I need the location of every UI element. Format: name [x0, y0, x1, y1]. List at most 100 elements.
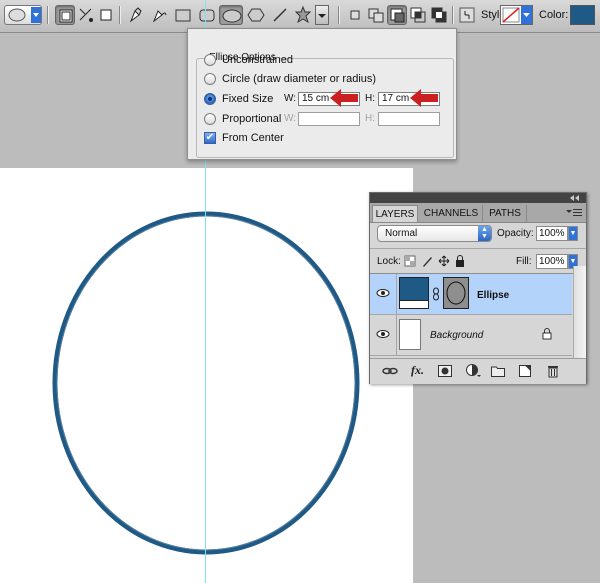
chevron-down-icon — [318, 14, 326, 18]
custom-shape-tool-button[interactable] — [293, 5, 313, 25]
color-swatch[interactable] — [570, 5, 595, 25]
proportional-label: Proportional — [222, 113, 282, 125]
link-style-button[interactable] — [457, 5, 477, 25]
opacity-dropdown-icon[interactable]: ▼ — [568, 226, 578, 241]
ellipse-preset-icon — [8, 7, 41, 23]
style-picker[interactable] — [500, 5, 533, 25]
panel-titlebar[interactable] — [370, 193, 586, 203]
fill-label: Fill: — [516, 256, 532, 267]
vector-mask-thumbnail[interactable] — [443, 277, 469, 309]
add-mask-icon[interactable] — [438, 365, 452, 377]
vector-fill-thumbnail[interactable] — [399, 277, 429, 309]
layer-row-ellipse[interactable]: Ellipse — [370, 274, 572, 315]
height-label: H: — [365, 93, 375, 104]
tab-channels[interactable]: CHANNELS — [420, 205, 483, 222]
rounded-rectangle-tool-button[interactable] — [197, 5, 217, 25]
proportional-width-field[interactable] — [298, 112, 360, 126]
shape-layers-button[interactable] — [55, 5, 75, 25]
no-style-icon — [502, 6, 532, 24]
layer-name[interactable]: Background — [430, 330, 483, 341]
proportional-radio[interactable] — [204, 113, 216, 125]
line-tool-button[interactable] — [270, 5, 290, 25]
unconstrained-label: Unconstrained — [222, 54, 293, 66]
paths-button[interactable] — [76, 5, 96, 25]
freeform-pen-button[interactable] — [149, 5, 169, 25]
fill-field[interactable]: 100% ▼ — [536, 254, 578, 269]
opacity-field[interactable]: 100% ▼ — [536, 226, 578, 241]
trash-icon[interactable] — [547, 364, 559, 378]
link-icon — [459, 7, 475, 23]
panel-footer: fx. — [370, 358, 586, 384]
layer-name[interactable]: Ellipse — [477, 290, 509, 301]
pen-tool-button[interactable] — [126, 5, 146, 25]
add-to-shape-area-button[interactable] — [366, 5, 386, 25]
rounded-rectangle-icon — [199, 9, 215, 22]
divider — [396, 315, 397, 355]
width-label: W: — [284, 93, 297, 104]
polygon-icon — [247, 8, 265, 22]
tab-layers[interactable]: LAYERS — [372, 205, 418, 222]
fill-pixels-button[interactable] — [96, 5, 116, 25]
ellipse-tool-button[interactable] — [219, 5, 243, 25]
circle-label: Circle (draw diameter or radius) — [222, 73, 377, 85]
new-shape-area-button[interactable] — [345, 5, 365, 25]
lock-move-icon — [438, 255, 450, 267]
fill-adjustment-icon — [400, 300, 428, 308]
lock-brush-icon — [423, 257, 432, 267]
circle-radio[interactable] — [204, 73, 216, 85]
polygon-tool-button[interactable] — [246, 5, 266, 25]
intersect-shape-areas-button[interactable] — [408, 5, 428, 25]
panel-menu-icon[interactable] — [566, 208, 582, 218]
subtract-from-shape-area-icon — [390, 8, 405, 23]
document-canvas[interactable] — [0, 168, 413, 583]
rectangle-icon — [175, 9, 191, 22]
unconstrained-radio[interactable] — [204, 54, 216, 66]
new-group-icon[interactable] — [491, 365, 505, 377]
lock-transparent-icon — [404, 255, 416, 267]
exclude-overlapping-button[interactable] — [429, 5, 449, 25]
ellipse-shape[interactable] — [0, 168, 413, 583]
panel-tabs: LAYERS CHANNELS PATHS — [370, 203, 586, 223]
paths-icon — [79, 8, 93, 22]
rectangle-tool-button[interactable] — [173, 5, 193, 25]
lock-all-icon — [456, 255, 464, 267]
line-icon — [273, 8, 287, 22]
layer-row-background[interactable]: Background — [370, 315, 572, 356]
opacity-label: Opacity: — [497, 228, 534, 239]
proportional-height-field[interactable] — [378, 112, 440, 126]
collapse-icon[interactable] — [569, 194, 581, 202]
layer-thumbnail[interactable] — [399, 319, 421, 350]
geometry-options-button[interactable] — [315, 5, 329, 25]
circle-option[interactable]: Circle (draw diameter or radius) — [204, 71, 376, 87]
tab-paths[interactable]: PATHS — [484, 205, 527, 222]
from-center-checkbox[interactable]: ✔ — [204, 132, 216, 144]
subtract-from-shape-area-button[interactable] — [387, 5, 407, 25]
layers-scrollbar[interactable] — [573, 266, 586, 358]
shape-preset-picker[interactable] — [4, 5, 42, 25]
opacity-value: 100% — [539, 228, 565, 239]
proportional-height-label: H: — [365, 113, 375, 124]
fill-value: 100% — [539, 256, 565, 267]
divider — [396, 274, 397, 314]
fixed-size-option[interactable]: Fixed Size — [204, 91, 273, 107]
visibility-eye-icon[interactable] — [375, 328, 391, 340]
from-center-label: From Center — [222, 132, 284, 144]
custom-shape-icon — [294, 5, 312, 24]
link-layers-icon[interactable] — [382, 366, 398, 376]
proportional-width-label: W: — [284, 113, 297, 124]
adjustment-layer-icon[interactable] — [466, 364, 482, 378]
intersect-shape-areas-icon — [410, 7, 426, 23]
fixed-size-radio[interactable] — [204, 93, 216, 105]
fill-pixels-icon — [100, 9, 112, 21]
red-left-arrow-width — [330, 89, 358, 107]
proportional-option[interactable]: Proportional — [204, 111, 281, 127]
chain-link-icon[interactable] — [431, 287, 441, 301]
visibility-eye-icon[interactable] — [375, 287, 391, 299]
new-layer-icon[interactable] — [519, 365, 531, 377]
separator — [47, 6, 49, 24]
blend-mode-select[interactable]: Normal ▲ ▼ — [377, 225, 492, 242]
lock-icon — [542, 328, 552, 340]
unconstrained-option[interactable]: Unconstrained — [204, 52, 293, 68]
fx-icon[interactable]: fx. — [411, 363, 424, 378]
from-center-option[interactable]: ✔ From Center — [204, 130, 284, 146]
